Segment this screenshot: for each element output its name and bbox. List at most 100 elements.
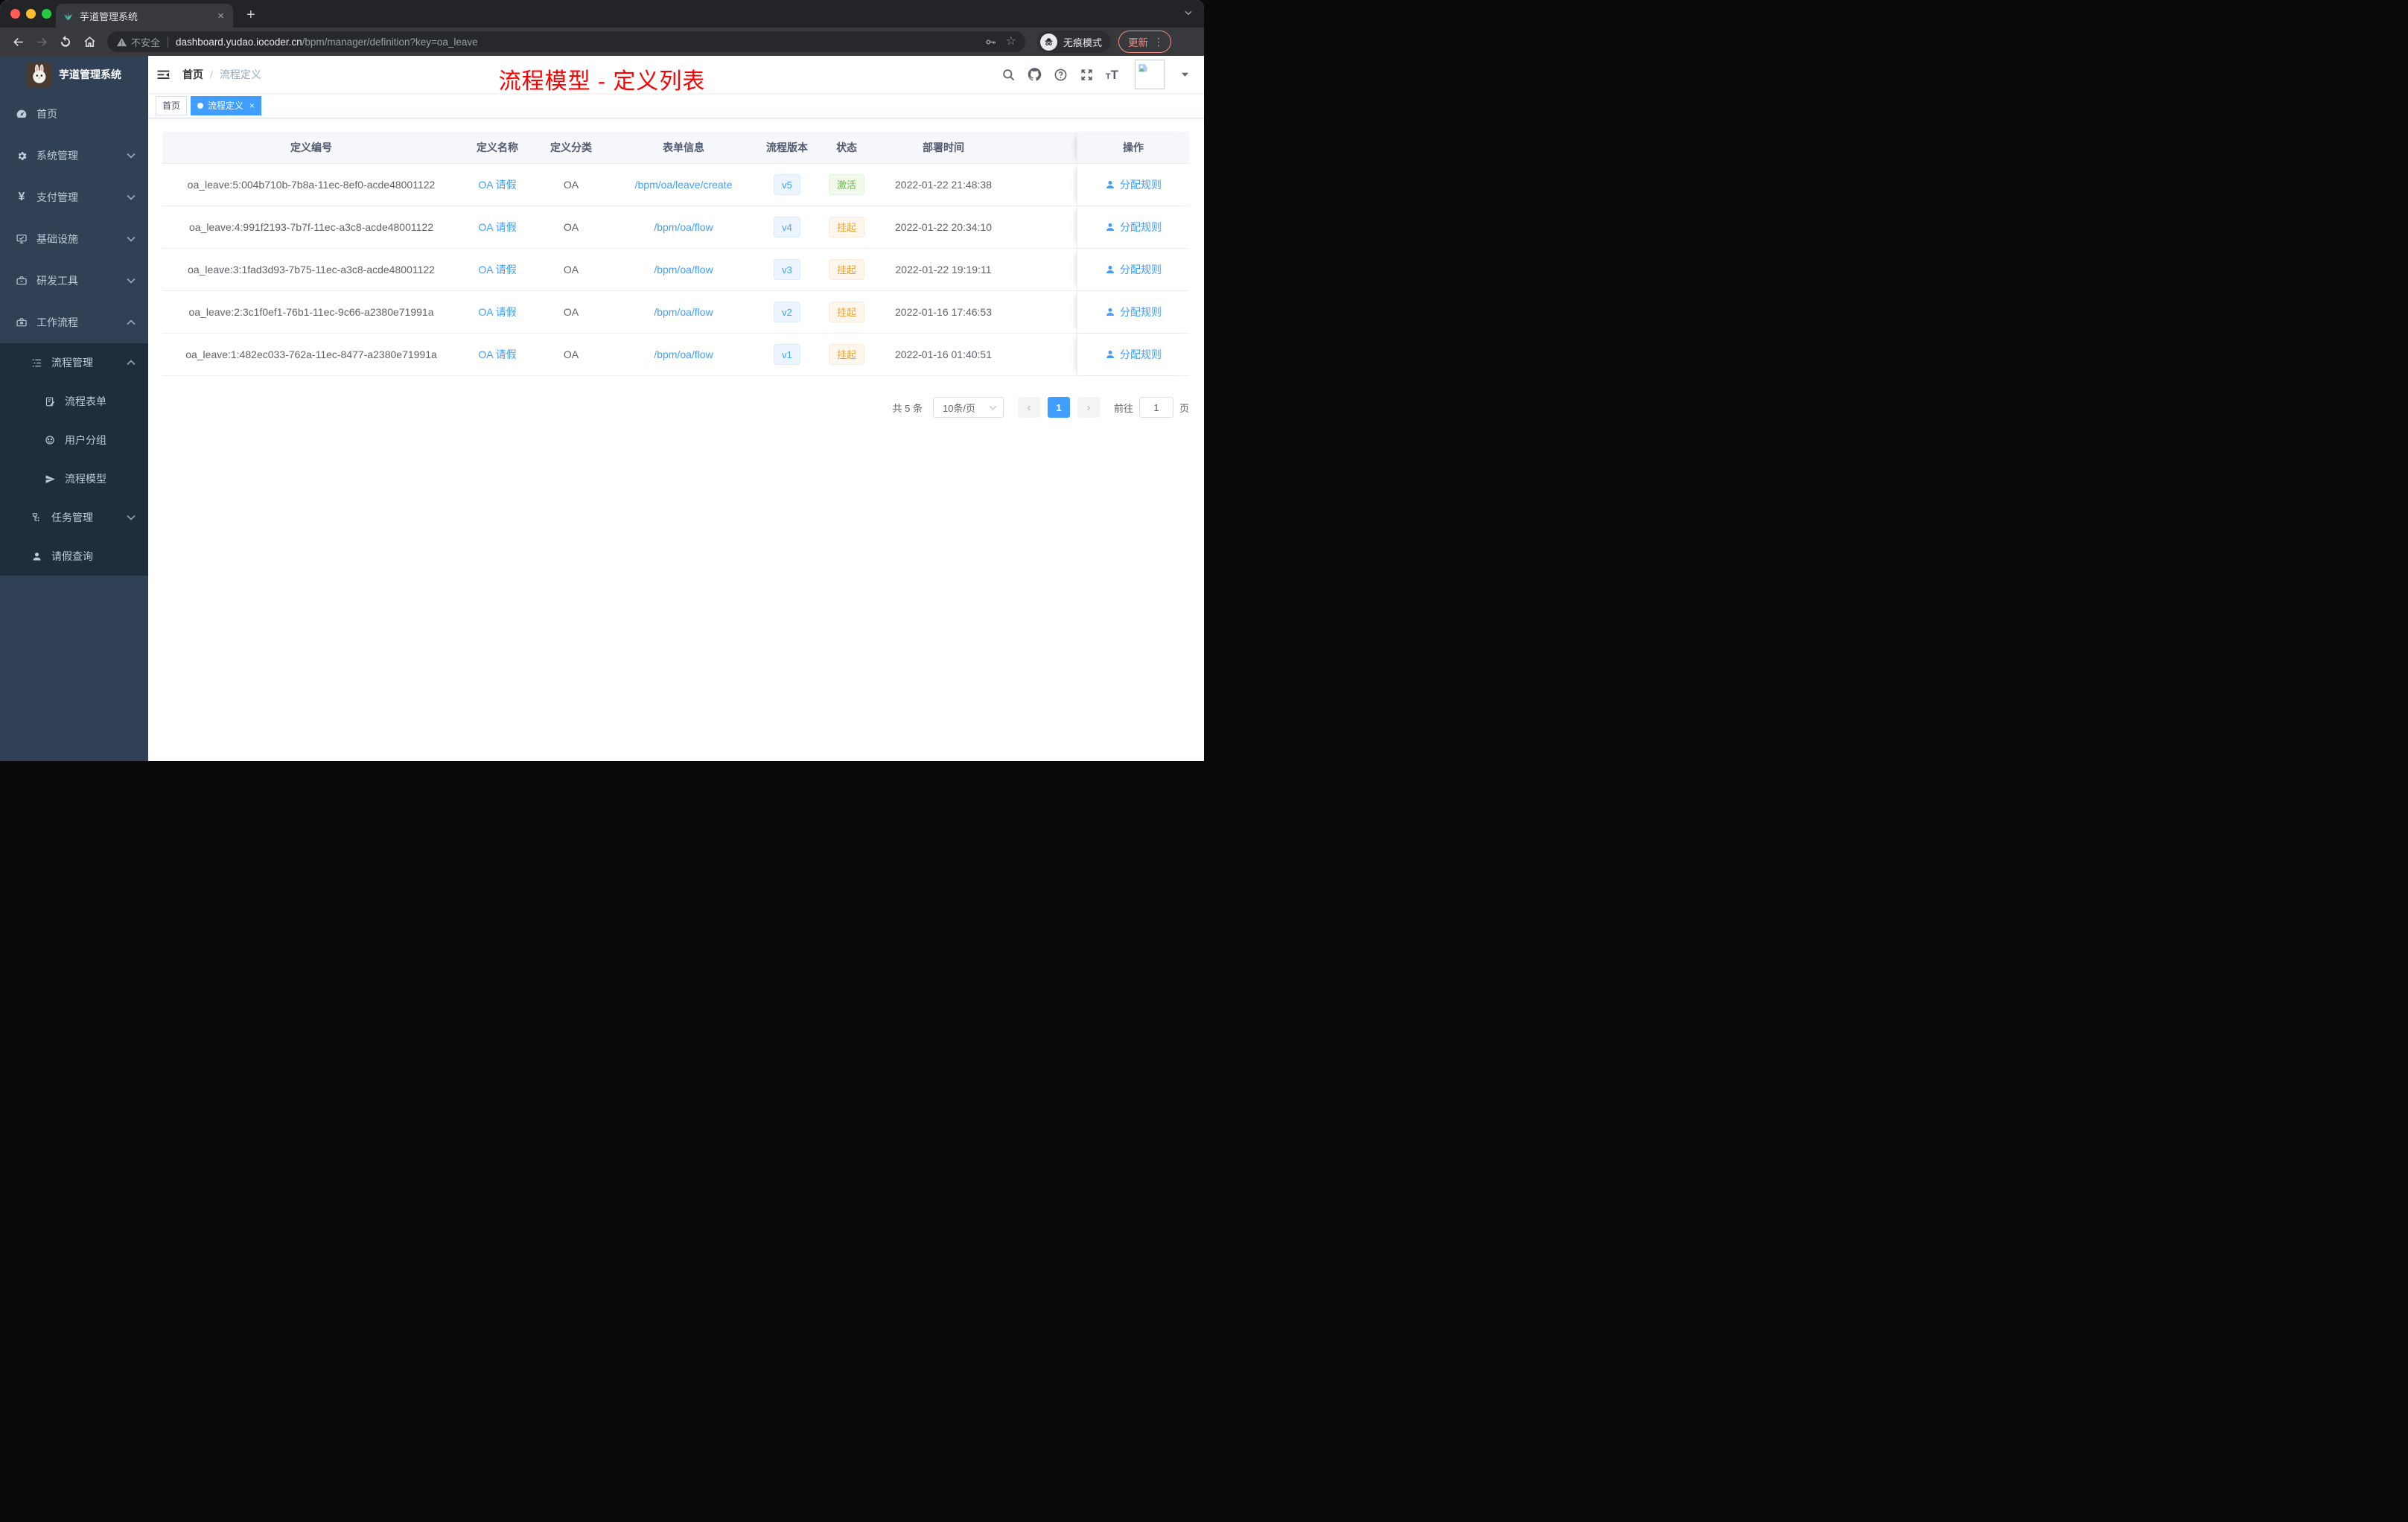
tag-home[interactable]: 首页 — [156, 95, 188, 115]
filler-cell — [1008, 249, 1077, 290]
goto-page-input[interactable] — [1138, 397, 1173, 418]
status-badge: 挂起 — [828, 344, 864, 365]
definition-name-link[interactable]: OA 请假 — [478, 347, 516, 362]
pagination: 共 5 条 10条/页 ‹ 1 › 前往 页 — [162, 397, 1189, 418]
tab-search-chevron-icon[interactable] — [1183, 7, 1194, 18]
dashboard-icon — [16, 108, 28, 120]
sidebar-item-process-management[interactable]: 流程管理 — [0, 343, 148, 382]
sidebar: 芋道管理系统 首页 系统管理 ¥ 支付管理 基础设施 研发工具 工作流程 流程管… — [0, 56, 148, 761]
column-header: 表单信息 — [663, 141, 704, 153]
github-icon[interactable] — [1028, 68, 1042, 82]
avatar[interactable] — [1135, 60, 1165, 89]
home-icon[interactable] — [79, 31, 100, 52]
sidebar-item-process-form[interactable]: 流程表单 — [0, 382, 148, 421]
tag-process-definition[interactable]: 流程定义 × — [191, 95, 262, 115]
update-label: 更新 — [1128, 37, 1148, 48]
prev-page-button[interactable]: ‹ — [1017, 397, 1040, 418]
sidebar-item-home[interactable]: 首页 — [0, 93, 148, 135]
user-icon — [31, 550, 42, 562]
bookmark-star-icon[interactable]: ☆ — [1006, 36, 1016, 48]
sidebar-item-system[interactable]: 系统管理 — [0, 135, 148, 176]
assign-rule-button[interactable]: 分配规则 — [1105, 262, 1162, 277]
assign-rule-button[interactable]: 分配规则 — [1105, 347, 1162, 362]
broken-image-icon — [1138, 63, 1151, 76]
sidebar-item-label: 支付管理 — [36, 191, 78, 203]
incognito-label: 无痕模式 — [1063, 36, 1102, 48]
browser-tab[interactable]: 芋道管理系统 × — [56, 4, 233, 28]
sidebar-item-infrastructure[interactable]: 基础设施 — [0, 218, 148, 260]
reload-icon[interactable] — [55, 31, 76, 52]
breadcrumb-current: 流程定义 — [219, 69, 261, 80]
url-text[interactable]: dashboard.yudao.iocoder.cn/bpm/manager/d… — [176, 36, 978, 48]
sidebar-collapse-icon[interactable] — [156, 67, 171, 82]
definition-category: OA — [563, 221, 579, 233]
security-warning[interactable]: 不安全 — [116, 35, 160, 49]
form-link[interactable]: /bpm/oa/leave/create — [635, 179, 733, 191]
tab-close-icon[interactable]: × — [215, 10, 226, 22]
status-badge: 挂起 — [828, 302, 864, 322]
close-window-button[interactable] — [10, 9, 20, 19]
warning-triangle-icon — [116, 37, 127, 46]
chevron-down-icon — [127, 236, 136, 242]
forward-icon[interactable] — [31, 31, 52, 52]
back-icon[interactable] — [7, 31, 28, 52]
form-link[interactable]: /bpm/oa/flow — [654, 221, 713, 233]
next-page-button[interactable]: › — [1077, 397, 1100, 418]
logo-rabbit-image — [27, 62, 51, 87]
form-link[interactable]: /bpm/oa/flow — [654, 264, 713, 276]
user-group-face-icon — [44, 434, 56, 446]
sidebar-item-workflow[interactable]: 工作流程 — [0, 302, 148, 343]
assign-rule-button[interactable]: 分配规则 — [1105, 220, 1162, 235]
chevron-down-icon — [127, 515, 136, 520]
browser-window: 芋道管理系统 × + 不安全 dashboard.yudao.iocoder.c… — [0, 0, 1204, 761]
assign-rule-button[interactable]: 分配规则 — [1105, 305, 1162, 319]
tags-view-bar: 首页 流程定义 × — [148, 93, 1204, 118]
fullscreen-icon[interactable] — [1080, 68, 1094, 82]
paper-plane-icon — [44, 473, 56, 485]
sidebar-logo[interactable]: 芋道管理系统 — [0, 56, 148, 93]
tree-list-icon — [31, 357, 42, 369]
sidebar-item-dev-tools[interactable]: 研发工具 — [0, 260, 148, 302]
table-row: oa_leave:3:1fad3d93-7b75-11ec-a3c8-acde4… — [162, 249, 1189, 291]
tag-label: 流程定义 — [208, 101, 244, 111]
app-navbar: 首页 / 流程定义 TT — [148, 56, 1204, 93]
url-domain: dashboard.yudao.iocoder.cn — [176, 36, 302, 48]
form-link[interactable]: /bpm/oa/flow — [654, 348, 713, 360]
table-row: oa_leave:2:3c1f0ef1-76b1-11ec-9c66-a2380… — [162, 291, 1189, 334]
assign-rule-button[interactable]: 分配规则 — [1105, 177, 1162, 192]
definition-name-link[interactable]: OA 请假 — [478, 262, 516, 277]
search-icon[interactable] — [1001, 68, 1016, 82]
sidebar-item-user-group[interactable]: 用户分组 — [0, 421, 148, 459]
table-row: oa_leave:4:991f2193-7b7f-11ec-a3c8-acde4… — [162, 206, 1189, 249]
form-link[interactable]: /bpm/oa/flow — [654, 306, 713, 318]
font-size-icon[interactable]: TT — [1106, 69, 1118, 81]
sidebar-item-leave-query[interactable]: 请假查询 — [0, 537, 148, 576]
browser-update-menu-button[interactable]: 更新 ⋮ — [1118, 31, 1171, 53]
caret-down-icon[interactable] — [1181, 71, 1189, 77]
tag-close-icon[interactable]: × — [249, 101, 255, 111]
sidebar-item-label: 工作流程 — [36, 316, 78, 328]
page-number-button[interactable]: 1 — [1047, 397, 1070, 418]
sidebar-item-task-management[interactable]: 任务管理 — [0, 498, 148, 537]
page-size-select[interactable]: 10条/页 — [932, 397, 1004, 418]
chevron-up-icon — [127, 360, 136, 366]
sidebar-item-label: 研发工具 — [36, 275, 78, 287]
incognito-icon — [1039, 33, 1057, 51]
definition-name-link[interactable]: OA 请假 — [478, 305, 516, 319]
password-key-icon[interactable] — [984, 36, 997, 48]
version-badge: v2 — [774, 302, 800, 322]
site-favicon-plant-icon — [64, 11, 72, 20]
new-tab-button[interactable]: + — [242, 5, 260, 28]
minimize-window-button[interactable] — [26, 9, 36, 19]
sidebar-item-payment[interactable]: ¥ 支付管理 — [0, 176, 148, 218]
sidebar-item-label: 首页 — [36, 108, 57, 120]
sidebar-item-process-model[interactable]: 流程模型 — [0, 459, 148, 498]
definition-name-link[interactable]: OA 请假 — [478, 177, 516, 192]
definition-name-link[interactable]: OA 请假 — [478, 220, 516, 235]
address-bar[interactable]: 不安全 dashboard.yudao.iocoder.cn/bpm/manag… — [107, 31, 1025, 52]
deploy-time: 2022-01-16 17:46:53 — [895, 306, 992, 318]
zoom-window-button[interactable] — [42, 9, 51, 19]
page-size-value: 10条/页 — [942, 402, 976, 414]
breadcrumb-home[interactable]: 首页 — [182, 67, 203, 82]
help-icon[interactable] — [1054, 68, 1068, 82]
